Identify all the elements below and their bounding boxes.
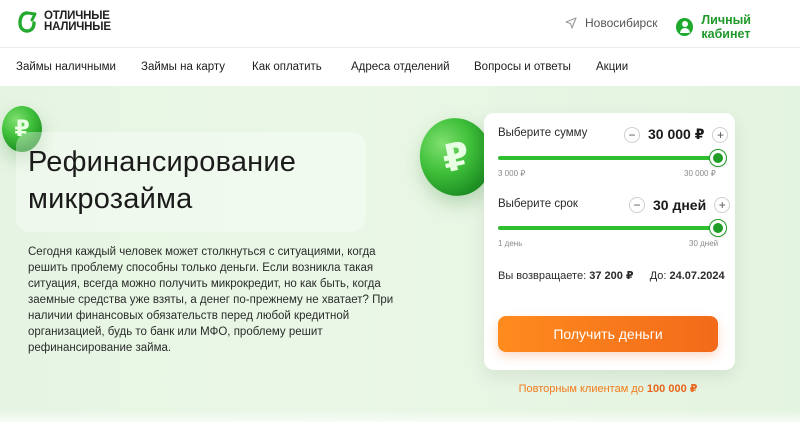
return-label: Вы возвращаете:: [498, 270, 587, 282]
term-minus-button[interactable]: −: [629, 197, 645, 213]
city-selector[interactable]: Новосибирск: [565, 16, 657, 30]
nav-item-card-loans[interactable]: Займы на карту: [141, 61, 225, 73]
site-header: ОТЛИЧНЫЕ НАЛИЧНЫЕ Новосибирск Личный каб…: [0, 0, 800, 48]
logo-line2: НАЛИЧНЫЕ: [44, 21, 111, 33]
repeat-amount: 100 000 ₽: [646, 383, 698, 395]
nav-item-how-to-pay[interactable]: Как оплатить: [252, 61, 322, 73]
term-slider-handle[interactable]: [710, 220, 726, 236]
personal-cabinet-link[interactable]: Личный кабинет: [676, 13, 800, 41]
amount-plus-button[interactable]: +: [712, 126, 729, 143]
location-arrow-icon: [565, 17, 577, 29]
nav-item-promotions[interactable]: Акции: [596, 61, 628, 73]
amount-minus-button[interactable]: −: [624, 126, 640, 143]
title-line1: Рефинансирование: [28, 146, 297, 178]
city-name: Новосибирск: [585, 16, 658, 30]
term-value: 30 дней: [653, 197, 707, 213]
amount-min-label: 3 000 ₽: [498, 169, 526, 178]
logo-icon: [18, 11, 37, 33]
term-stepper: − 30 дней +: [629, 197, 731, 213]
return-value: 37 200 ₽: [589, 270, 634, 282]
hero-description: Сегодня каждый человек может столкнуться…: [28, 246, 394, 354]
hero-fade: [0, 410, 800, 422]
term-slider-track[interactable]: [498, 226, 718, 230]
nav-item-faq[interactable]: Вопросы и ответы: [474, 61, 571, 73]
user-icon: [676, 18, 694, 36]
main-nav: Займы наличными Займы на карту Как оплат…: [0, 48, 800, 86]
term-plus-button[interactable]: +: [714, 197, 731, 213]
get-money-button[interactable]: Получить деньги: [498, 316, 718, 352]
nav-item-branch-addresses[interactable]: Адреса отделений: [351, 61, 450, 73]
amount-max-label: 30 000 ₽: [684, 169, 716, 178]
page-title: Рефинансирование микрозайма: [28, 144, 296, 218]
until-date: 24.07.2024: [669, 270, 725, 282]
repeat-clients-note[interactable]: Повторным клиентам до 100 000 ₽: [498, 382, 718, 395]
cabinet-label: Личный кабинет: [701, 13, 751, 41]
amount-stepper: − 30 000 ₽ +: [624, 126, 729, 143]
term-max-label: 30 дней: [689, 239, 719, 248]
repeat-text: Повторным клиентам до: [518, 383, 644, 395]
term-min-label: 1 день: [498, 239, 523, 248]
logo[interactable]: ОТЛИЧНЫЕ НАЛИЧНЫЕ: [18, 10, 111, 33]
amount-slider-handle[interactable]: [710, 150, 726, 166]
repayment-summary: Вы возвращаете: 37 200 ₽ До: 24.07.2024: [498, 269, 725, 282]
term-label: Выберите срок: [498, 198, 578, 210]
title-line2: микрозайма: [28, 183, 193, 215]
amount-slider-track[interactable]: [498, 156, 718, 160]
nav-item-cash-loans[interactable]: Займы наличными: [16, 61, 116, 73]
amount-value: 30 000 ₽: [648, 126, 705, 142]
until-label: До:: [649, 270, 667, 282]
amount-label: Выберите сумму: [498, 127, 588, 139]
